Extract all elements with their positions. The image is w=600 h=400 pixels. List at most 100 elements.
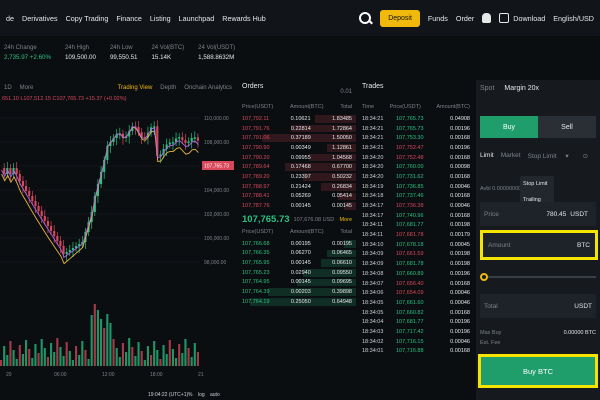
price-value[interactable]: 780.45 — [546, 211, 566, 218]
bid-row[interactable]: 107,766.35 0.06270 0.06465 — [238, 249, 356, 259]
nav-item-listing[interactable]: Listing — [150, 14, 171, 23]
volume-bar — [68, 351, 71, 366]
top-navigation: de Derivatives Copy Trading Finance List… — [0, 0, 600, 36]
nav-item-rewards-hub[interactable]: Rewards Hub — [222, 14, 266, 23]
header-price: Price(USDT) — [389, 104, 421, 110]
trade-time: 18:34:01 — [362, 348, 384, 355]
est-fee-row: Est. Fee — [480, 340, 596, 346]
candle — [71, 248, 74, 250]
trade-price: 107,760.00 — [396, 164, 424, 171]
ask-row[interactable]: 107,790.20 0.09955 1.04568 — [238, 153, 356, 163]
tab-spot[interactable]: Spot — [480, 85, 494, 95]
slider-handle[interactable] — [480, 273, 488, 281]
candle — [196, 137, 199, 141]
nav-download[interactable]: Download — [513, 14, 545, 23]
ticker-value: 1,588.8632M — [198, 54, 235, 61]
volume-bar — [184, 339, 187, 366]
price-field[interactable]: Price 780.45 USDT — [480, 202, 596, 226]
trade-price: 107,678.18 — [396, 241, 424, 248]
volume-bar — [118, 357, 121, 366]
volume-bar — [150, 355, 153, 366]
order-type-market[interactable]: Market — [501, 152, 521, 164]
max-buy-row: Max Buy 0.00000 BTC — [480, 330, 596, 336]
nav-item-finance[interactable]: Finance — [116, 14, 142, 23]
volume-bar — [137, 342, 140, 366]
candle — [9, 168, 12, 174]
bid-row[interactable]: 107,764.95 0.00145 0.09695 — [238, 278, 356, 288]
candle — [68, 250, 71, 252]
order-book-more-link[interactable]: More — [339, 217, 352, 223]
volume-bar — [196, 352, 199, 366]
trade-price: 107,661.60 — [396, 299, 424, 306]
language-selector[interactable]: English/USD — [553, 14, 594, 23]
ask-row[interactable]: 107,791.06 0.37189 1.50050 — [238, 133, 356, 143]
nav-item-launchpad[interactable]: Launchpad — [179, 14, 215, 23]
trade-price: 107,717.42 — [396, 328, 424, 335]
nav-funds[interactable]: Funds — [428, 14, 448, 23]
candle — [34, 201, 37, 206]
tab-onchain-analytics[interactable]: Onchain Analytics — [184, 85, 232, 91]
volume-bar — [131, 347, 134, 366]
more-intervals-button[interactable]: More — [20, 85, 34, 91]
order-type-limit[interactable]: Limit — [480, 152, 494, 164]
order-price: 107,790.90 — [242, 144, 270, 151]
ask-row[interactable]: 107,789.20 0.23397 0.50232 — [238, 172, 356, 182]
ask-row[interactable]: 107,792.11 0.10621 1.83485 — [238, 114, 356, 124]
ticker-label: 24 Vol(USDT) — [198, 45, 236, 51]
candle — [37, 206, 40, 211]
nav-item-copy-trading[interactable]: Copy Trading — [66, 14, 109, 23]
trade-row: 18:34:06 107,654.09 0.00046 — [358, 288, 474, 298]
menu-item-stop-limit[interactable]: Stop Limit — [520, 176, 554, 192]
buy-btc-button[interactable]: Buy BTC — [478, 354, 598, 388]
amount-slider[interactable] — [480, 273, 596, 281]
current-price-label: 107,765.73 — [204, 164, 229, 170]
price-step-selector[interactable]: 0.01 — [340, 89, 352, 95]
order-amount: 0.02940 — [290, 269, 311, 276]
order-price: 107,789.64 — [242, 164, 270, 171]
ask-row[interactable]: 107,789.64 0.17468 0.67700 — [238, 162, 356, 172]
trade-amount: 0.00179 — [450, 232, 470, 239]
trade-row: 18:34:18 107,737.46 0.00168 — [358, 192, 474, 202]
search-icon[interactable] — [358, 11, 372, 25]
interval-selector[interactable]: 1D — [4, 85, 12, 91]
order-price: 107,764.39 — [242, 289, 270, 296]
tab-margin[interactable]: Margin 20x — [504, 85, 539, 95]
trade-price: 107,716.15 — [396, 338, 424, 345]
nav-item-derivatives[interactable]: Derivatives — [22, 14, 58, 23]
nav-item-trade[interactable]: de — [6, 14, 14, 23]
volume-bar — [71, 360, 74, 366]
bid-row[interactable]: 107,765.23 0.02940 0.09550 — [238, 268, 356, 278]
trade-time: 18:34:07 — [362, 280, 384, 287]
bid-row[interactable]: 107,766.68 0.00195 0.00195 — [238, 239, 356, 249]
ask-row[interactable]: 107,788.41 0.05269 0.05414 — [238, 192, 356, 202]
download-icon[interactable] — [499, 13, 510, 23]
bid-row[interactable]: 107,765.95 0.00145 0.06610 — [238, 258, 356, 268]
tab-trading-view[interactable]: Trading View — [118, 85, 153, 91]
ask-row[interactable]: 107,790.90 0.00349 1.12861 — [238, 143, 356, 153]
bell-icon[interactable] — [482, 13, 492, 23]
ask-row[interactable]: 107,788.97 0.21424 0.26834 — [238, 182, 356, 192]
trades-list: 18:34:21 107,765.73 0.04908 18:34:21 107,765… — [358, 114, 474, 356]
info-icon[interactable]: ⊙ — [583, 152, 588, 164]
buy-tab[interactable]: Buy — [480, 116, 538, 138]
total-field[interactable]: Total USDT — [480, 294, 596, 318]
volume-bar — [43, 348, 46, 366]
deposit-button[interactable]: Deposit — [380, 9, 420, 27]
order-book-title-text: Orders — [242, 83, 264, 90]
volume-bar — [18, 345, 21, 366]
sell-tab[interactable]: Sell — [538, 116, 596, 138]
candle — [190, 137, 193, 142]
bid-row[interactable]: 107,764.39 0.00203 0.39898 — [238, 287, 356, 297]
mid-price: 107,765.73 — [242, 214, 290, 226]
ask-row[interactable]: 107,787.76 0.00145 0.00145 — [238, 201, 356, 211]
bid-row[interactable]: 107,764.19 0.25050 0.64948 — [238, 297, 356, 307]
amount-field[interactable]: Amount BTC — [480, 230, 598, 260]
time-axis-label: 20 — [6, 372, 12, 378]
tab-depth[interactable]: Depth — [160, 85, 176, 91]
ask-row[interactable]: 107,791.76 0.22814 1.72864 — [238, 124, 356, 134]
trade-row: 18:34:11 107,681.77 0.00198 — [358, 221, 474, 231]
order-type-stop-limit[interactable]: Stop Limit ▾ — [528, 152, 576, 164]
nav-order[interactable]: Order — [456, 14, 474, 23]
volume-bar — [90, 315, 93, 366]
candlestick-chart[interactable]: 110,000.00108,000.00106,000.00104,000.00… — [0, 106, 236, 400]
